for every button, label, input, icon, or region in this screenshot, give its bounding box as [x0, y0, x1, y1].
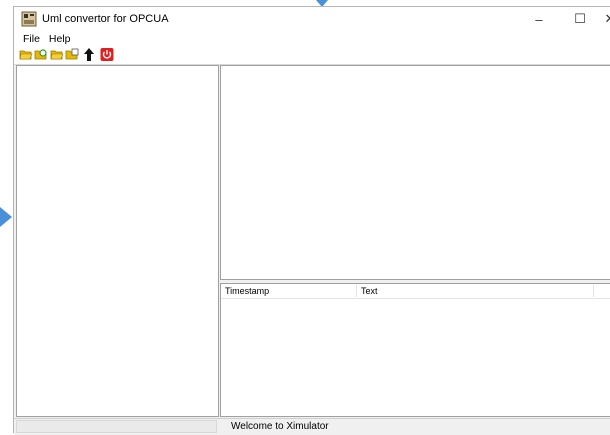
tree-view-pane[interactable] — [16, 65, 219, 417]
window-title: Uml convertor for OPCUA — [42, 13, 169, 25]
menu-help[interactable]: Help — [48, 33, 72, 45]
toolbar — [14, 46, 610, 65]
minimize-button[interactable]: – — [519, 7, 559, 31]
menu-file[interactable]: File — [22, 33, 41, 45]
menu-bar: File Help — [14, 31, 610, 46]
upload-arrow-icon[interactable] — [84, 48, 94, 61]
refresh-folder-icon[interactable] — [34, 48, 48, 61]
close-button[interactable]: ✕ — [600, 7, 610, 31]
column-header-timestamp[interactable]: Timestamp — [225, 286, 269, 296]
power-off-icon[interactable] — [100, 48, 114, 61]
log-list[interactable]: Timestamp Text — [220, 283, 610, 417]
column-divider[interactable] — [593, 285, 594, 297]
export-folder-icon[interactable] — [65, 48, 79, 61]
app-window: Uml convertor for OPCUA – ☐ ✕ File Help — [13, 6, 610, 435]
column-divider[interactable] — [356, 285, 357, 297]
details-pane[interactable] — [220, 65, 610, 280]
title-bar[interactable]: Uml convertor for OPCUA – ☐ ✕ — [14, 7, 610, 31]
column-header-text[interactable]: Text — [361, 286, 378, 296]
save-folder-icon[interactable] — [50, 48, 64, 61]
status-bar: Welcome to Ximulator — [14, 418, 610, 435]
status-cell — [16, 420, 217, 433]
app-icon — [21, 11, 37, 27]
log-header: Timestamp Text — [221, 284, 610, 299]
open-folder-icon[interactable] — [19, 48, 33, 61]
status-message: Welcome to Ximulator — [231, 421, 329, 432]
maximize-button[interactable]: ☐ — [560, 7, 600, 31]
left-pointer-marker — [0, 207, 12, 227]
